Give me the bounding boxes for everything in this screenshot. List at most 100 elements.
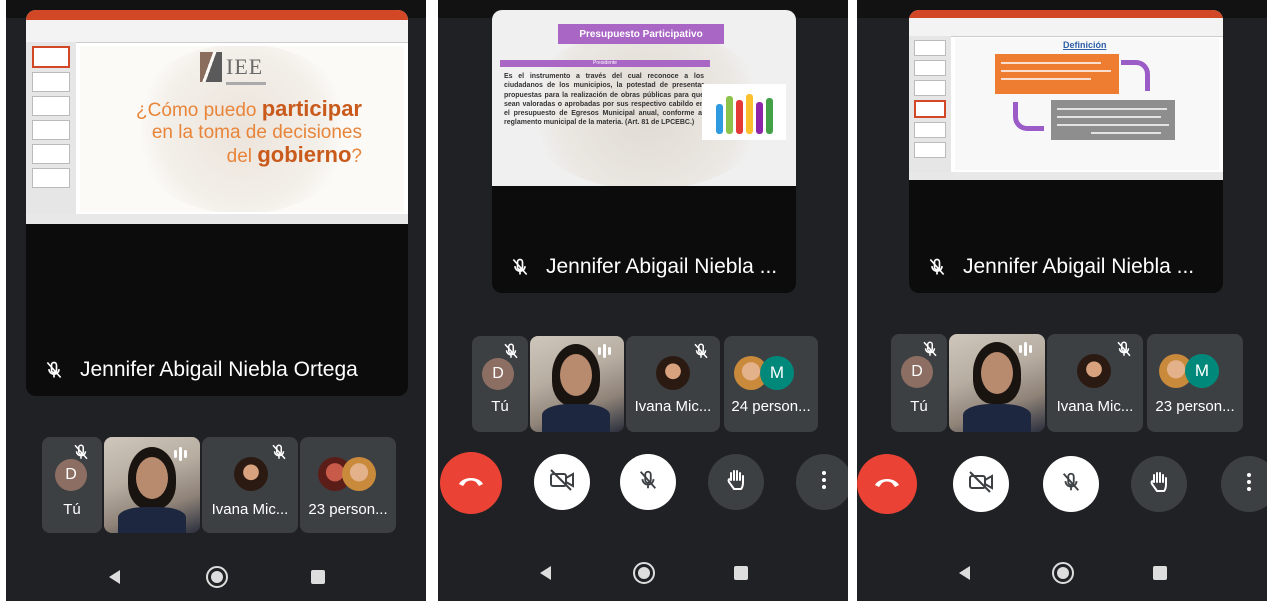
presentation-stage[interactable]: Definición Jennifer Abigail Niebla ... xyxy=(909,10,1223,293)
end-call-button[interactable] xyxy=(440,452,502,514)
iee-logo-mark xyxy=(200,52,222,82)
app-title-bar xyxy=(26,10,408,20)
back-nav-icon[interactable] xyxy=(106,568,124,591)
slide-thumbnail xyxy=(914,142,946,158)
raise-hand-button[interactable] xyxy=(708,454,764,510)
recents-nav-icon[interactable] xyxy=(310,569,326,590)
tile-label: Tú xyxy=(910,398,928,415)
shared-screen: IEE ¿Cómo puedo participar en la toma de… xyxy=(26,10,408,224)
video-off-icon xyxy=(968,470,994,498)
mic-off-icon xyxy=(510,257,530,277)
home-nav-icon[interactable] xyxy=(632,561,656,590)
recents-nav-icon[interactable] xyxy=(1152,565,1168,586)
tile-label: Ivana Mic... xyxy=(211,501,289,518)
more-vert-icon xyxy=(821,470,827,495)
mic-off-icon xyxy=(927,257,947,277)
app-status-bar xyxy=(909,172,1223,180)
more-options-button[interactable] xyxy=(1221,456,1267,512)
more-vert-icon xyxy=(1246,472,1252,497)
participant-tile-self[interactable]: D Tú xyxy=(472,336,528,432)
end-call-button[interactable] xyxy=(857,454,917,514)
mic-off-icon xyxy=(502,342,520,360)
recents-nav-icon[interactable] xyxy=(733,565,749,586)
avatar xyxy=(234,457,268,491)
tile-label: 23 person... xyxy=(308,501,388,518)
text-line xyxy=(1091,132,1161,134)
slide-thumbnail xyxy=(914,100,946,118)
participant-tile-speaking[interactable] xyxy=(949,334,1045,432)
avatar: D xyxy=(55,459,87,491)
more-options-button[interactable] xyxy=(796,454,848,510)
audio-bars-icon xyxy=(598,344,611,358)
avatar xyxy=(1077,354,1111,388)
slide-title: Presupuesto Participativo xyxy=(558,24,724,44)
tile-label: Tú xyxy=(63,501,81,518)
definition-box-orange xyxy=(995,54,1119,94)
mic-off-icon xyxy=(921,340,939,358)
raise-hand-button[interactable] xyxy=(1131,456,1187,512)
slide-thumbnail xyxy=(914,40,946,56)
slide-question-line-2: en la toma de decisiones xyxy=(151,122,362,143)
participant-tile-others[interactable]: M 24 person... xyxy=(724,336,818,432)
microphone-toggle-button[interactable] xyxy=(620,454,676,510)
back-nav-icon[interactable] xyxy=(537,564,555,587)
home-nav-icon[interactable] xyxy=(1051,561,1075,590)
participant-face xyxy=(981,352,1013,394)
mic-off-icon xyxy=(1060,471,1082,498)
slide-thumbnails xyxy=(26,42,76,214)
audio-bars-icon xyxy=(174,447,187,461)
mic-off-icon xyxy=(1115,340,1133,358)
participant-tile-self[interactable]: D Tú xyxy=(42,437,102,533)
android-nav-bar xyxy=(6,559,426,599)
mic-off-icon xyxy=(692,342,710,360)
phone-screen-1: IEE ¿Cómo puedo participar en la toma de… xyxy=(6,0,426,601)
presentation-stage[interactable]: Presupuesto Participativo Presidente Es … xyxy=(492,10,796,293)
mic-off-icon xyxy=(44,360,64,380)
participant-tile-ivana[interactable]: Ivana Mic... xyxy=(626,336,720,432)
participant-tile-speaking[interactable] xyxy=(104,437,200,533)
participant-tile-others[interactable]: M 23 person... xyxy=(1147,334,1243,432)
iee-logo: IEE xyxy=(200,52,266,85)
microphone-toggle-button[interactable] xyxy=(1043,456,1099,512)
slide-thumbnail xyxy=(914,80,946,96)
android-nav-bar xyxy=(857,555,1267,595)
avatar xyxy=(656,356,690,390)
participant-tile-ivana[interactable]: Ivana Mic... xyxy=(1047,334,1143,432)
participant-face xyxy=(136,457,168,499)
tile-label: Ivana Mic... xyxy=(634,398,712,415)
current-slide: IEE ¿Cómo puedo participar en la toma de… xyxy=(80,46,404,212)
cycle-arrow xyxy=(1013,102,1044,131)
presentation-stage[interactable]: IEE ¿Cómo puedo participar en la toma de… xyxy=(26,10,408,396)
participant-tile-speaking[interactable] xyxy=(530,336,624,432)
slide-title: Definición xyxy=(1063,40,1107,50)
iee-logo-text: IEE xyxy=(226,54,264,79)
mic-off-icon xyxy=(637,469,659,496)
end-call-icon xyxy=(873,475,901,494)
phone-screen-2: Presupuesto Participativo Presidente Es … xyxy=(438,0,848,601)
android-nav-bar xyxy=(438,555,848,595)
participant-tile-ivana[interactable]: Ivana Mic... xyxy=(202,437,298,533)
camera-toggle-button[interactable] xyxy=(953,456,1009,512)
slide-body: Es el instrumento a través del cual reco… xyxy=(504,73,704,127)
mic-off-icon xyxy=(270,443,288,461)
slide-thumbnail xyxy=(32,120,70,140)
avatar xyxy=(342,457,376,491)
participant-tile-self[interactable]: D Tú xyxy=(891,334,947,432)
definition-box-gray xyxy=(1051,100,1175,140)
slide-thumbnail xyxy=(32,96,70,116)
tile-label: 23 person... xyxy=(1155,398,1235,415)
hands-image xyxy=(702,84,786,140)
raise-hand-icon xyxy=(1148,470,1170,499)
participant-face xyxy=(560,354,592,396)
camera-toggle-button[interactable] xyxy=(534,454,590,510)
back-nav-icon[interactable] xyxy=(956,564,974,587)
home-nav-icon[interactable] xyxy=(205,565,229,594)
slide-subtitle: Presidente xyxy=(500,60,710,67)
participant-tile-others[interactable]: 23 person... xyxy=(300,437,396,533)
slide-thumbnail xyxy=(32,72,70,92)
slide-question-line-3: del gobierno? xyxy=(226,142,362,167)
cycle-arrow xyxy=(1121,60,1150,91)
presenter-label: Jennifer Abigail Niebla ... xyxy=(510,255,786,279)
presenter-name: Jennifer Abigail Niebla Ortega xyxy=(80,358,358,381)
text-line xyxy=(1001,70,1111,72)
